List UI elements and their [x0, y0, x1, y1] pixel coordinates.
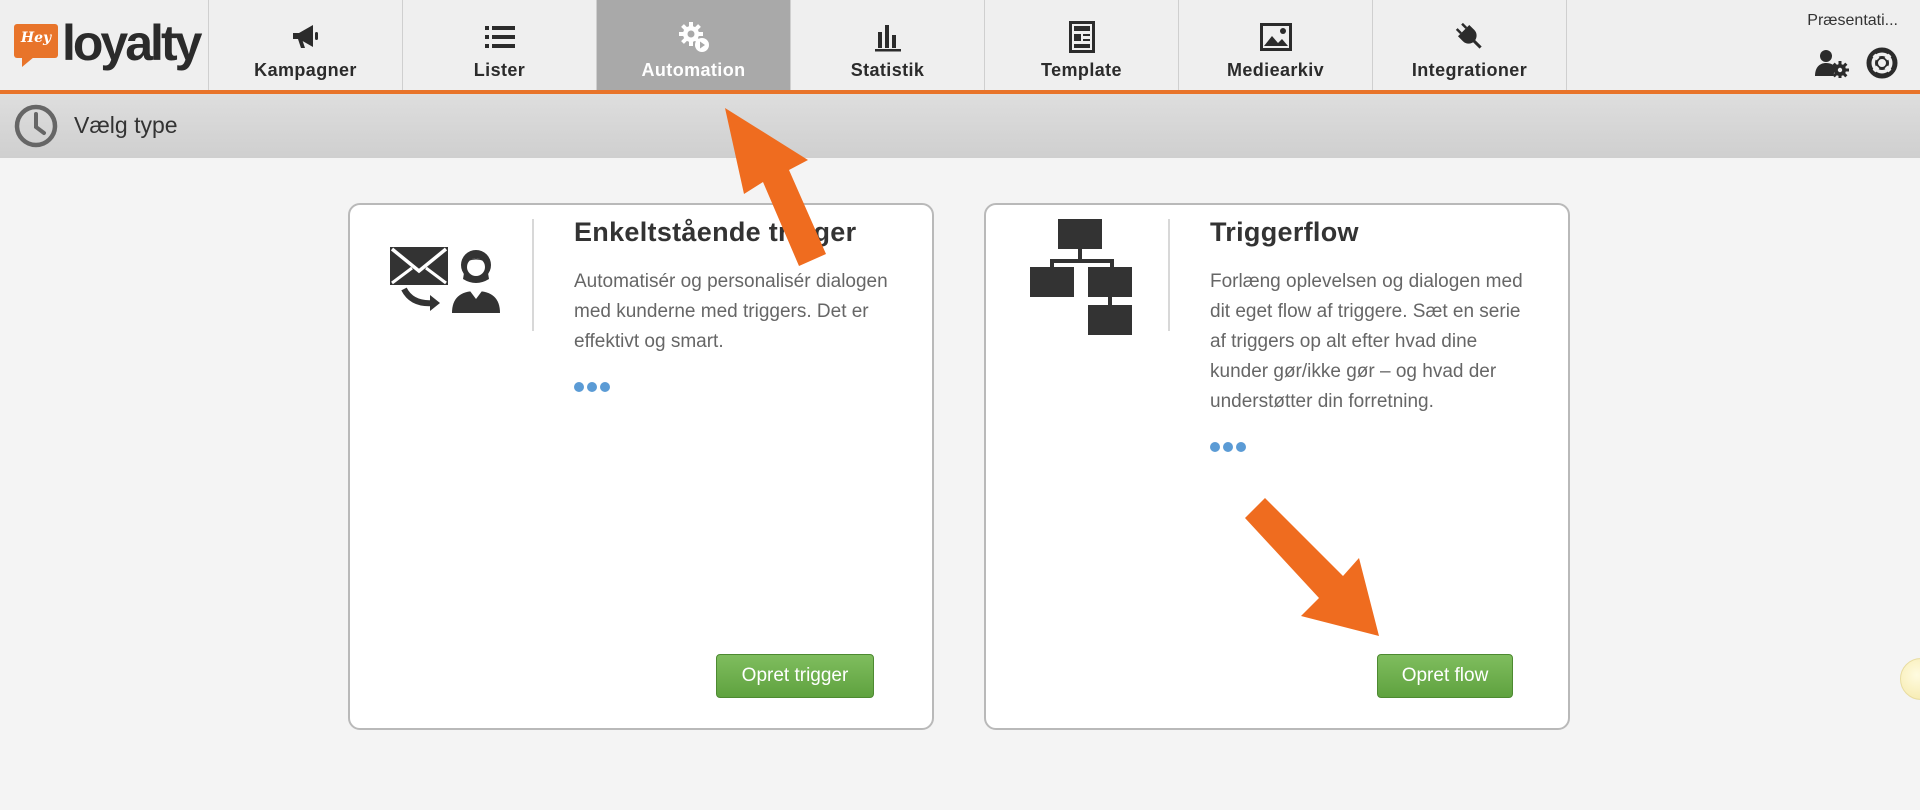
- logo[interactable]: Hey loyalty: [0, 0, 209, 90]
- page-header: Vælg type: [0, 94, 1920, 158]
- main-nav: Kampagner Lister Automation Statistik Te…: [209, 0, 1567, 90]
- card-description: Automatisér og personalisér dialogen med…: [574, 271, 888, 352]
- cursor-highlight: [1900, 658, 1920, 700]
- card-title: Triggerflow: [1210, 217, 1359, 247]
- page-title: Vælg type: [74, 112, 178, 138]
- image-icon: [1259, 20, 1293, 54]
- top-navigation-bar: Hey loyalty Kampagner Lister Automation …: [0, 0, 1920, 94]
- gears-icon: [677, 20, 711, 54]
- template-icon: [1065, 20, 1099, 54]
- clock-icon: [14, 104, 58, 148]
- nav-label: Mediearkiv: [1226, 60, 1325, 80]
- card-single-trigger: Enkeltstående trigger Automatisér og per…: [348, 203, 934, 730]
- user-name[interactable]: Præsentati...: [1807, 12, 1898, 30]
- list-icon: [483, 20, 517, 54]
- nav-label: Statistik: [850, 60, 925, 80]
- card-divider: [1168, 219, 1170, 331]
- lifebuoy-icon[interactable]: [1864, 46, 1900, 80]
- card-divider: [532, 219, 534, 331]
- nav-item-kampagner[interactable]: Kampagner: [209, 0, 403, 90]
- plug-icon: [1453, 20, 1487, 54]
- flowchart-icon: [1030, 219, 1132, 335]
- card-title: Enkeltstående trigger: [574, 217, 857, 247]
- nav-label: Template: [1041, 60, 1122, 80]
- mail-person-icon: [390, 247, 500, 313]
- logo-wordmark: loyalty: [62, 15, 202, 71]
- logo-badge: Hey: [14, 24, 58, 67]
- card-triggerflow: Triggerflow Forlæng oplevelsen og dialog…: [984, 203, 1570, 730]
- bar-chart-icon: [871, 20, 905, 54]
- card-description: Forlæng oplevelsen og dialogen med dit e…: [1210, 271, 1523, 412]
- nav-item-template[interactable]: Template: [985, 0, 1179, 90]
- create-trigger-button[interactable]: Opret trigger: [716, 654, 874, 698]
- more-dots-icon[interactable]: [574, 382, 610, 392]
- nav-label: Automation: [641, 60, 746, 80]
- megaphone-icon: [289, 20, 323, 54]
- nav-item-statistik[interactable]: Statistik: [791, 0, 985, 90]
- nav-label: Kampagner: [254, 60, 357, 80]
- nav-label: Lister: [473, 60, 526, 80]
- create-flow-button[interactable]: Opret flow: [1377, 654, 1513, 698]
- top-right-actions: [1814, 46, 1900, 80]
- nav-item-automation[interactable]: Automation: [597, 0, 791, 90]
- user-settings-icon[interactable]: [1814, 46, 1850, 80]
- more-dots-icon[interactable]: [1210, 442, 1246, 452]
- logo-badge-text: Hey: [20, 30, 52, 46]
- nav-item-mediearkiv[interactable]: Mediearkiv: [1179, 0, 1373, 90]
- nav-item-lister[interactable]: Lister: [403, 0, 597, 90]
- nav-item-integrationer[interactable]: Integrationer: [1373, 0, 1567, 90]
- nav-label: Integrationer: [1411, 60, 1528, 80]
